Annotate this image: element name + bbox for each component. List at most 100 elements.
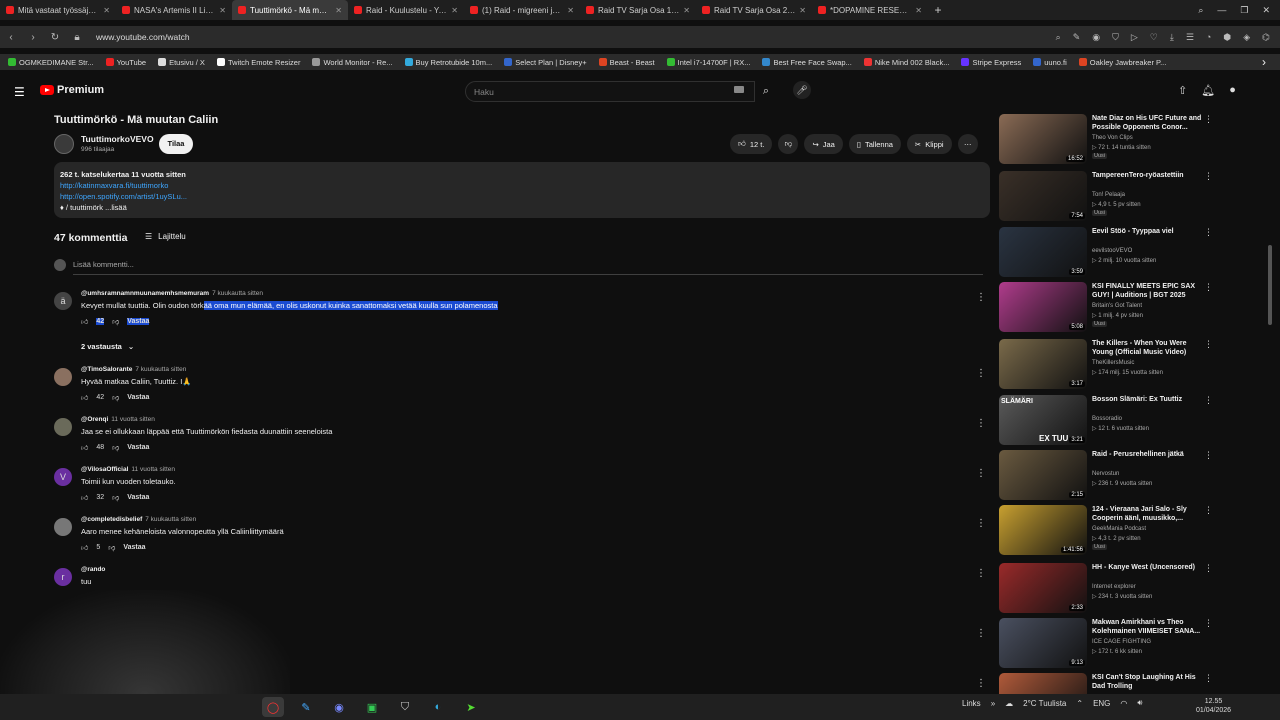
close-window-icon[interactable]: ✕ (1262, 5, 1270, 16)
reply-button[interactable]: Vastaa (127, 394, 149, 401)
video-title[interactable]: HH - Kanye West (Uncensored) (1092, 563, 1202, 572)
comment-author[interactable]: @completedisbelief 7 kuukautta sitten (81, 516, 196, 523)
zoom-icon[interactable]: ⌕ (1056, 32, 1061, 43)
sort-button[interactable]: ☰ Lajittelu (145, 232, 186, 241)
recommended-video[interactable]: 5:08 KSI FINALLY MEETS EPIC SAX GUY! | Au… (999, 282, 1219, 332)
clock[interactable]: 12.55 01/04/2026 (1196, 697, 1231, 715)
comment-menu-icon[interactable]: ⋮ (976, 418, 986, 429)
browser-tab-active[interactable]: Tuuttimörkö - Mä muutan ✕ (232, 0, 348, 20)
video-thumbnail[interactable]: 1:41:56 (999, 505, 1087, 555)
video-menu-icon[interactable]: ⋮ (1204, 450, 1213, 461)
comment-menu-icon[interactable]: ⋮ (976, 678, 986, 689)
video-channel[interactable]: TheKillersMusic (1092, 360, 1134, 366)
tab-close-icon[interactable]: ✕ (567, 6, 574, 15)
comment-menu-icon[interactable]: ⋮ (976, 568, 986, 579)
description-link[interactable]: http://open.spotify.com/artist/1uySLu... (60, 191, 984, 202)
reply-button[interactable]: Vastaa (123, 544, 145, 551)
dislike-icon[interactable]: 👎︎ (112, 393, 119, 402)
browser-tab[interactable]: Raid TV Sarja Osa 2. Poliisi ✕ (696, 0, 812, 20)
comment-menu-icon[interactable]: ⋮ (976, 518, 986, 529)
send-app-icon[interactable]: ➤ (460, 697, 482, 717)
video-menu-icon[interactable]: ⋮ (1204, 673, 1213, 684)
reload-icon[interactable]: ↻ (44, 32, 66, 43)
bell-icon[interactable]: 🔔︎ (1201, 84, 1215, 97)
comment-author[interactable]: @VilosaOfficial 11 vuotta sitten (81, 466, 175, 473)
discord-icon[interactable]: ◉ (328, 697, 350, 717)
bookmark-item[interactable]: Twitch Emote Resizer (216, 58, 300, 67)
video-thumbnail[interactable]: 2:33 (999, 563, 1087, 613)
browser-tab[interactable]: Mitä vastaat työssäjälle? ✕ (0, 0, 116, 20)
maximize-icon[interactable]: ❐ (1240, 5, 1248, 16)
reply-button[interactable]: Vastaa (127, 494, 149, 501)
bookmark-item[interactable]: Oakley Jawbreaker P... (1078, 58, 1166, 67)
video-thumbnail[interactable]: 9:13 (999, 618, 1087, 668)
video-menu-icon[interactable]: ⋮ (1204, 171, 1213, 182)
avatar-icon[interactable]: ● (1229, 84, 1236, 97)
video-thumbnail[interactable]: 3:59 (999, 227, 1087, 277)
video-menu-icon[interactable]: ⋮ (1204, 563, 1213, 574)
add-comment-input[interactable]: Lisää kommentti... (73, 260, 983, 275)
bookmark-item[interactable]: Select Plan | Disney+ (504, 58, 587, 67)
video-menu-icon[interactable]: ⋮ (1204, 114, 1213, 125)
volume-icon[interactable]: 🔊︎ (1137, 698, 1142, 708)
author-name[interactable]: @rando (81, 566, 105, 573)
back-icon[interactable]: ‹ (0, 32, 22, 43)
comment-author[interactable]: @umhsramnamnmuunamemhsmemuram 7 kuukautta… (81, 290, 263, 297)
comment-avatar[interactable] (54, 418, 72, 436)
video-title[interactable]: Makwan Amirkhani vs Theo Kolehmainen VII… (1092, 618, 1202, 636)
comment-avatar[interactable] (54, 518, 72, 536)
comment-avatar[interactable]: r (54, 568, 72, 586)
bookmark-item[interactable]: Beast - Beast (598, 58, 655, 67)
bookmarks-overflow-icon[interactable]: › (1262, 55, 1280, 69)
like-button[interactable]: 👍︎ 12 t. (730, 134, 773, 154)
comment-menu-icon[interactable]: ⋮ (976, 292, 986, 303)
browser-tab[interactable]: Raid - Kuulustelu - YouTub✕ (348, 0, 464, 20)
scrollbar[interactable] (1268, 245, 1272, 325)
reply-button[interactable]: Vastaa (127, 318, 150, 325)
download-icon[interactable]: ⤓ (1170, 32, 1174, 43)
heart-icon[interactable]: ♡ (1150, 32, 1158, 43)
shield-icon[interactable]: ⛉ (1112, 32, 1119, 43)
edit-icon[interactable]: ✎ (1073, 32, 1081, 43)
spotify-like-icon[interactable]: ▣ (361, 697, 383, 717)
recommended-video[interactable]: 3:17 The Killers - When You Were Young (O… (999, 339, 1219, 389)
video-channel[interactable]: Internet explorer (1092, 584, 1136, 590)
upload-icon[interactable]: ⇧ (1178, 84, 1187, 97)
edge-icon[interactable]: ◐ (427, 697, 449, 717)
recommended-video[interactable]: 9:13 Makwan Amirkhani vs Theo Kolehmainen… (999, 618, 1219, 668)
url-field[interactable]: www.youtube.com/watch (96, 32, 190, 42)
author-name[interactable]: @completedisbelief (81, 516, 142, 523)
dislike-button[interactable]: 👎︎ (778, 134, 799, 154)
video-channel[interactable]: GeekMania Podcast (1092, 526, 1146, 532)
like-icon[interactable]: 👍︎ (81, 493, 88, 502)
weather-text[interactable]: 2°C Tuulista (1023, 699, 1066, 708)
lock-icon[interactable]: 🔒︎ (66, 32, 88, 43)
video-channel[interactable]: Ton! Pelaaja (1092, 192, 1125, 198)
save-button[interactable]: ▯ Tallenna (848, 134, 901, 154)
recommended-video[interactable]: 3:59 Eevil Stöö - Tyyppaa viel eevilstooVE… (999, 227, 1219, 277)
recommended-video[interactable]: 2:33 HH - Kanye West (Uncensored) Internet… (999, 563, 1219, 613)
video-thumbnail[interactable]: 7:54 (999, 171, 1087, 221)
comment-avatar[interactable]: V (54, 468, 72, 486)
bookmark-item[interactable]: uuno.fi (1033, 58, 1067, 67)
links-label[interactable]: Links (962, 699, 981, 708)
tab-close-icon[interactable]: ✕ (103, 6, 110, 15)
video-menu-icon[interactable]: ⋮ (1204, 282, 1213, 293)
language-indicator[interactable]: ENG (1093, 699, 1110, 708)
video-title[interactable]: 124 - Vieraana Jari Salo - Sly Cooperin … (1092, 505, 1202, 523)
tab-close-icon[interactable]: ✕ (335, 6, 342, 15)
author-name[interactable]: @umhsramnamnmuunamemhsmemuram (81, 290, 209, 297)
video-channel[interactable]: eevilstooVEVO (1092, 248, 1132, 254)
search-icon[interactable]: ⌕ (755, 81, 777, 102)
video-thumbnail[interactable]: SLÄMÄRI EX TUU 3:21 (999, 395, 1087, 445)
comment-menu-icon[interactable]: ⋮ (976, 628, 986, 639)
replies-toggle[interactable]: 2 vastausta ⌄ (81, 342, 134, 351)
browser-tab[interactable]: *DOPAMINE RESET* Ha ✕ (812, 0, 928, 20)
mic-icon[interactable]: 🎤︎ (793, 81, 811, 99)
extension-icon[interactable]: ⬢ (1223, 32, 1231, 43)
video-title[interactable]: KSI Can't Stop Laughing At His Dad Troll… (1092, 673, 1202, 691)
shield-app-icon[interactable]: ⛉ (394, 697, 416, 717)
author-name[interactable]: @VilosaOfficial (81, 466, 128, 473)
pen-app-icon[interactable]: ✎ (295, 697, 317, 717)
dislike-icon[interactable]: 👎︎ (108, 543, 115, 552)
